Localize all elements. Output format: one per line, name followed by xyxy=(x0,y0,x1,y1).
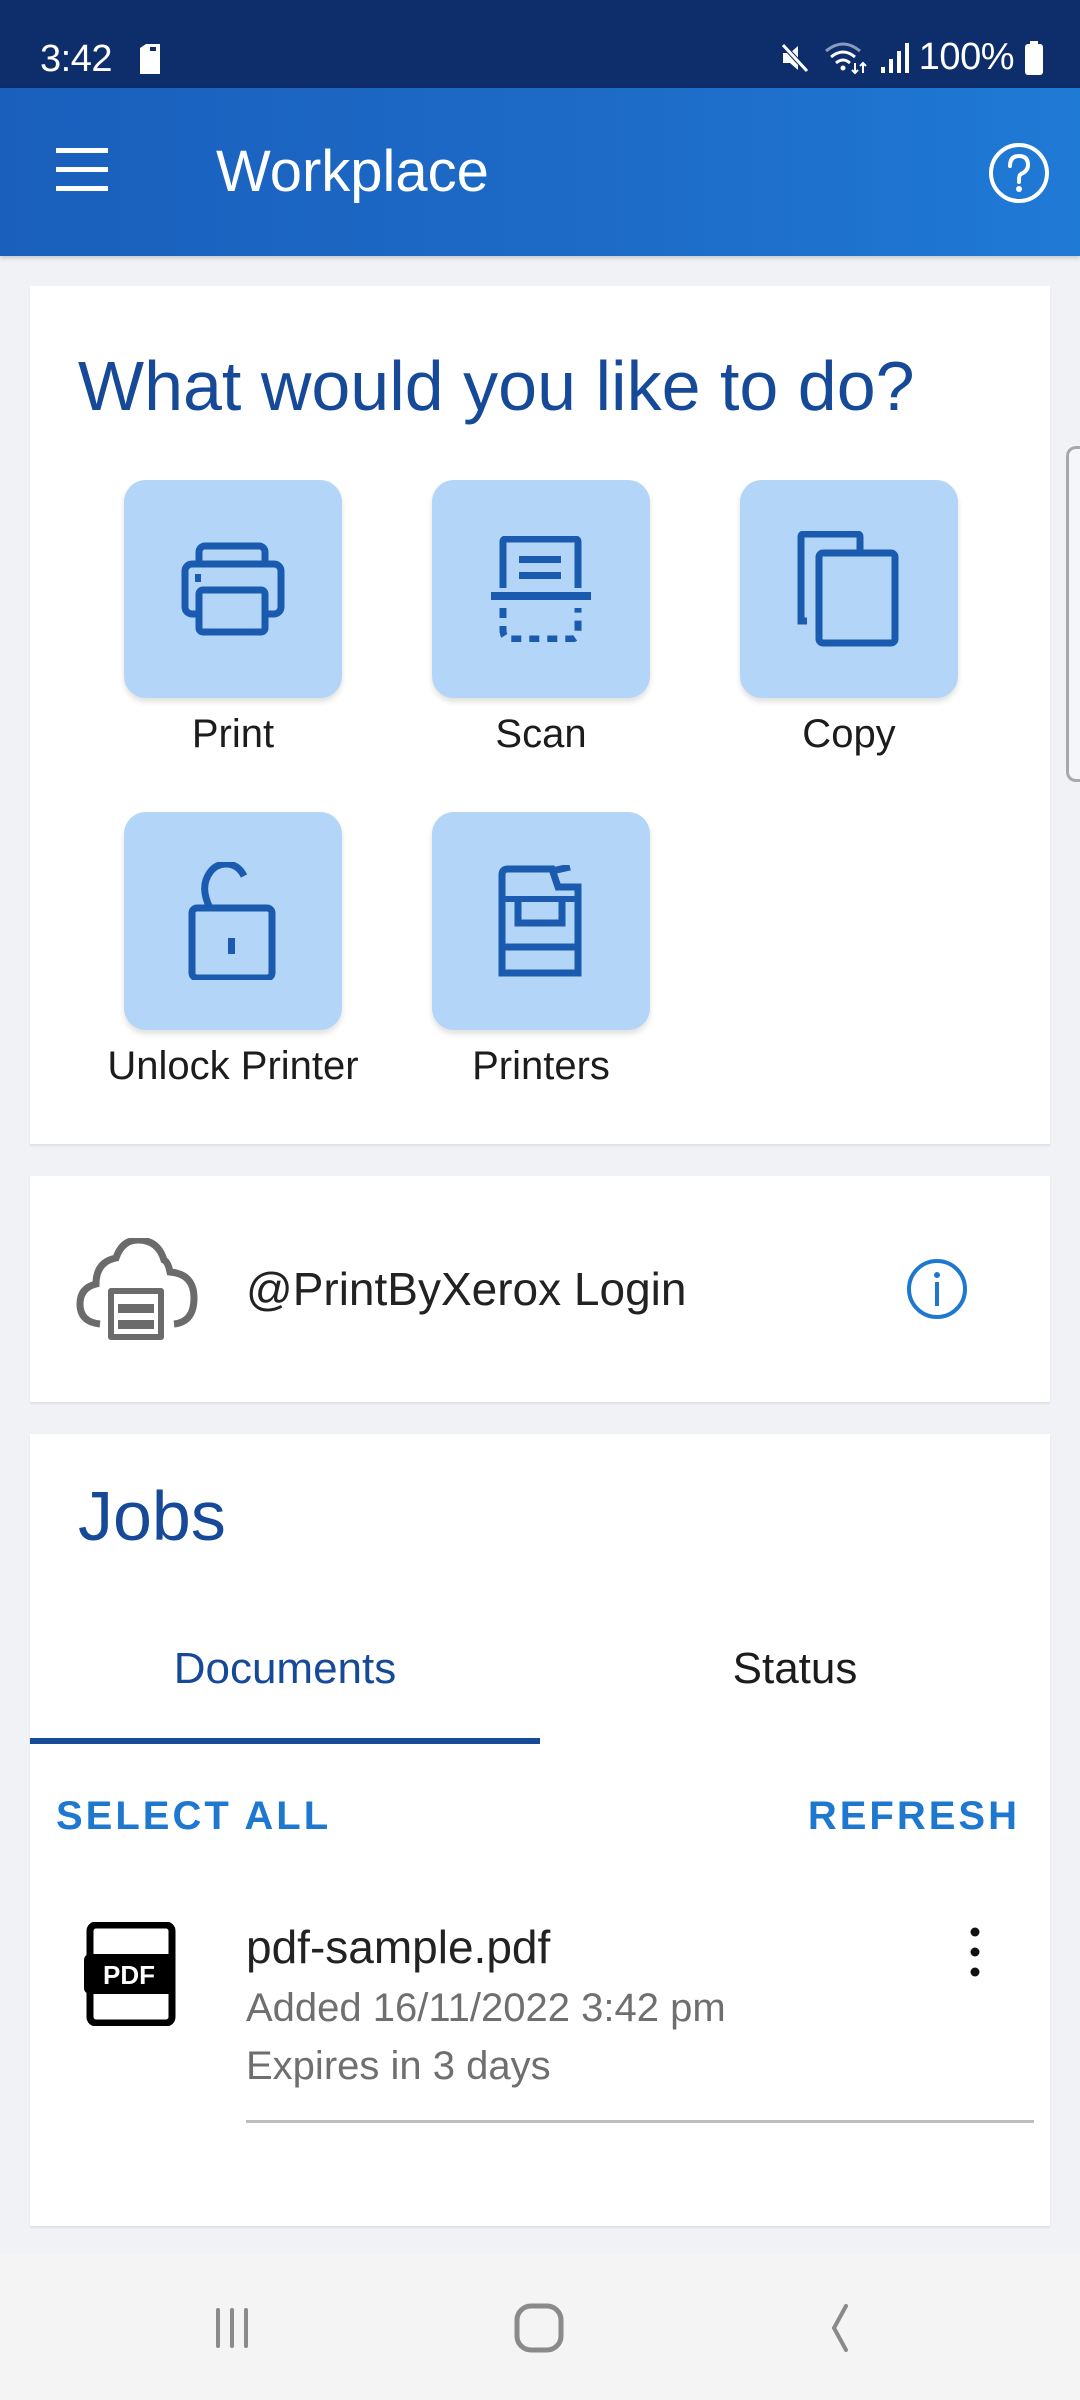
app-bar: Workplace xyxy=(0,88,1080,256)
home-icon[interactable] xyxy=(500,2294,580,2360)
status-icons: 100% xyxy=(779,36,1044,79)
unlock-printer-tile[interactable]: Unlock Printer xyxy=(107,812,359,1088)
app-title: Workplace xyxy=(216,139,489,204)
tab-status[interactable]: Status xyxy=(540,1614,1050,1744)
more-options-icon[interactable] xyxy=(960,1922,990,1982)
wifi-icon xyxy=(824,42,867,74)
printers-label: Printers xyxy=(472,1044,610,1088)
help-circle-icon[interactable] xyxy=(988,142,1050,204)
back-icon[interactable] xyxy=(802,2294,882,2360)
info-icon[interactable] xyxy=(906,1258,968,1320)
svg-text:PDF: PDF xyxy=(103,1960,155,1990)
login-label: @PrintByXerox Login xyxy=(246,1263,687,1315)
tab-status-label: Status xyxy=(732,1644,858,1693)
jobs-card: Jobs Documents Status SELECT ALL REFRESH… xyxy=(30,1434,1050,2226)
scan-icon xyxy=(491,536,591,642)
sd-card-icon xyxy=(140,44,160,74)
edge-panel-handle[interactable] xyxy=(1066,446,1080,782)
unlock-icon xyxy=(188,862,276,980)
unlock-printer-label: Unlock Printer xyxy=(107,1044,359,1088)
print-tile[interactable]: Print xyxy=(124,480,342,756)
cloud-print-icon xyxy=(76,1238,198,1340)
job-expiry: Expires in 3 days xyxy=(246,2044,551,2088)
status-bar: 3:42 100% xyxy=(0,0,1080,88)
copy-icon xyxy=(797,531,899,647)
tab-documents[interactable]: Documents xyxy=(30,1614,540,1744)
multifunction-printer-icon xyxy=(498,865,582,977)
login-card[interactable]: @PrintByXerox Login xyxy=(30,1176,1050,1402)
printers-tile[interactable]: Printers xyxy=(432,812,650,1088)
recent-apps-icon[interactable] xyxy=(196,2294,276,2360)
job-file-name: pdf-sample.pdf xyxy=(246,1921,551,1973)
tab-documents-label: Documents xyxy=(173,1644,397,1693)
printer-icon xyxy=(181,542,285,636)
print-label: Print xyxy=(191,712,275,756)
job-list-item[interactable]: PDF pdf-sample.pdf Added 16/11/2022 3:42… xyxy=(30,1902,1050,2123)
signal-icon xyxy=(880,42,909,73)
copy-tile[interactable]: Copy xyxy=(740,480,958,756)
jobs-title: Jobs xyxy=(78,1477,226,1555)
battery-percent: 100% xyxy=(918,36,1015,78)
list-divider xyxy=(246,2120,1034,2123)
status-time: 3:42 xyxy=(40,38,112,80)
job-added-date: Added 16/11/2022 3:42 pm xyxy=(246,1986,726,2030)
select-all-button[interactable]: SELECT ALL xyxy=(56,1794,331,1839)
actions-card: What would you like to do? Print Scan Co… xyxy=(30,286,1050,1144)
copy-label: Copy xyxy=(802,712,896,756)
scan-label: Scan xyxy=(495,712,587,756)
mute-icon xyxy=(780,42,809,73)
hamburger-menu-icon[interactable] xyxy=(52,148,112,194)
system-nav-bar xyxy=(0,2254,1080,2400)
jobs-tabs: Documents Status xyxy=(30,1614,1050,1744)
scan-tile[interactable]: Scan xyxy=(432,480,650,756)
refresh-button[interactable]: REFRESH xyxy=(808,1794,1020,1839)
pdf-file-icon: PDF xyxy=(84,1922,176,2026)
battery-icon xyxy=(1025,40,1043,75)
actions-title: What would you like to do? xyxy=(78,347,915,425)
